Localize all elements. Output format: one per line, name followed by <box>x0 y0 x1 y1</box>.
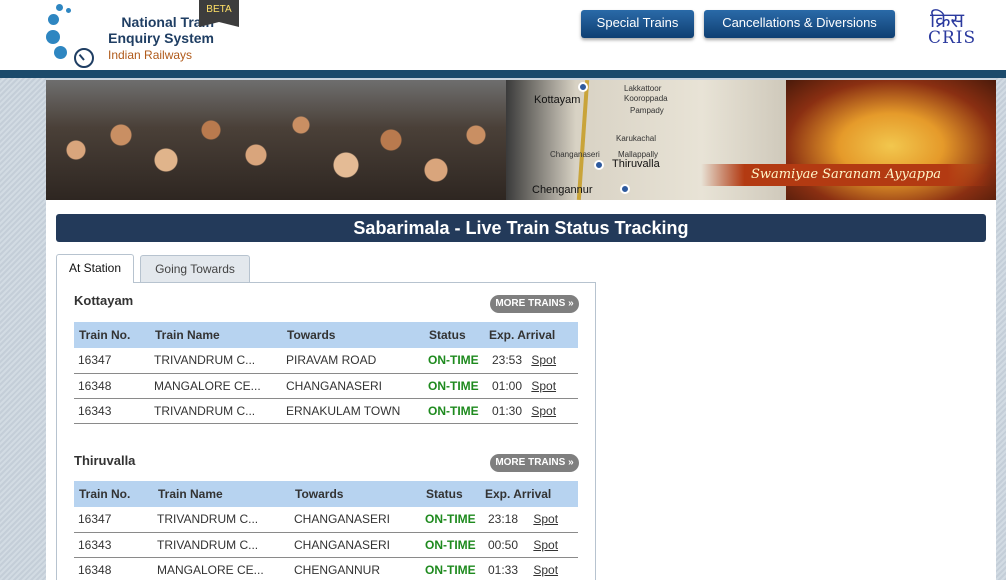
train-towards: CHANGANASERI <box>290 532 421 558</box>
expected-arrival: 01:30 <box>492 403 523 418</box>
train-name: TRIVANDRUM C... <box>150 398 282 424</box>
map-label: Lakkattoor <box>624 84 662 93</box>
expected-arrival: 00:50 <box>488 537 519 552</box>
right-background-stripe <box>996 78 1006 580</box>
more-trains-button[interactable]: MORE TRAINS » <box>490 295 579 313</box>
tab-at-station[interactable]: At Station <box>56 254 134 283</box>
table-row: 16348 MANGALORE CE... CHANGANASERI ON-TI… <box>74 373 578 399</box>
table-row: 16347 TRIVANDRUM C... PIRAVAM ROAD ON-TI… <box>74 348 578 374</box>
table-row: 16343 TRIVANDRUM C... ERNAKULAM TOWN ON-… <box>74 398 578 424</box>
banner-ribbon: Swamiyae Saranam Ayyappa <box>701 164 991 186</box>
map-label: Kooroppada <box>624 94 668 103</box>
site-header: National Train Enquiry System Indian Rai… <box>0 0 1006 72</box>
logo-subtitle: Indian Railways <box>108 48 193 62</box>
main-content: Sabarimala - Live Train Status Tracking … <box>46 200 996 580</box>
map-label: Karukachal <box>616 134 657 143</box>
table-row: 16347 TRIVANDRUM C... CHANGANASERI ON-TI… <box>74 507 578 533</box>
column-header: Status <box>424 322 484 348</box>
train-name: TRIVANDRUM C... <box>153 532 290 558</box>
expected-arrival: 01:00 <box>492 378 523 393</box>
special-trains-button[interactable]: Special Trains <box>581 10 694 38</box>
train-number: 16343 <box>74 532 153 558</box>
expected-arrival-cell: 01:00 Spot <box>484 373 578 399</box>
station-title: Kottayam <box>74 293 134 308</box>
map-label: Pampady <box>630 106 664 115</box>
map-pin-icon <box>594 160 604 170</box>
train-status: ON-TIME <box>421 507 480 533</box>
expected-arrival-cell: 23:53 Spot <box>484 348 578 374</box>
train-towards: CHANGANASERI <box>282 373 424 399</box>
train-number: 16343 <box>74 398 150 424</box>
column-header: Towards <box>282 322 424 348</box>
expected-arrival-cell: 00:50 Spot <box>480 532 578 558</box>
train-number: 16347 <box>74 348 150 374</box>
page-title: Sabarimala - Live Train Status Tracking <box>56 214 986 242</box>
train-towards: PIRAVAM ROAD <box>282 348 424 374</box>
expected-arrival: 01:33 <box>488 562 519 577</box>
spot-link[interactable]: Spot <box>531 379 556 393</box>
spot-link[interactable]: Spot <box>531 353 556 367</box>
train-name: TRIVANDRUM C... <box>153 507 290 533</box>
train-name: MANGALORE CE... <box>150 373 282 399</box>
train-number: 16348 <box>74 373 150 399</box>
table-row: 16343 TRIVANDRUM C... CHANGANASERI ON-TI… <box>74 532 578 558</box>
cris-logo[interactable]: क्रिस CRIS <box>926 6 982 48</box>
column-header: Status <box>421 481 480 507</box>
train-towards: CHANGANASERI <box>290 507 421 533</box>
pilgrim-crowd-image <box>46 80 506 200</box>
map-label: Thiruvalla <box>612 158 660 170</box>
expected-arrival-cell: 23:18 Spot <box>480 507 578 533</box>
train-towards: CHENGANNUR <box>290 557 421 580</box>
train-status: ON-TIME <box>424 348 484 374</box>
station-train-table: Train No. Train Name Towards Status Exp.… <box>74 481 578 580</box>
column-header: Train No. <box>74 481 153 507</box>
logo-title: National Train Enquiry System <box>108 14 214 46</box>
table-header-row: Train No. Train Name Towards Status Exp.… <box>74 481 578 507</box>
spot-link[interactable]: Spot <box>533 512 558 526</box>
spot-link[interactable]: Spot <box>533 563 558 577</box>
column-header: Towards <box>290 481 421 507</box>
cancellations-diversions-button[interactable]: Cancellations & Diversions <box>704 10 895 38</box>
cris-text: CRIS <box>928 28 977 48</box>
map-pin-icon <box>620 184 630 194</box>
beta-badge: BETA <box>199 0 239 27</box>
spot-link[interactable]: Spot <box>533 538 558 552</box>
column-header: Exp. Arrival <box>480 481 578 507</box>
sabarimala-banner: Kottayam Lakkattoor Kooroppada Pampady K… <box>46 80 996 200</box>
more-trains-button[interactable]: MORE TRAINS » <box>490 454 579 472</box>
table-header-row: Train No. Train Name Towards Status Exp.… <box>74 322 578 348</box>
train-name: MANGALORE CE... <box>153 557 290 580</box>
train-status: ON-TIME <box>424 398 484 424</box>
map-label: Kottayam <box>534 94 581 106</box>
expected-arrival: 23:18 <box>488 512 519 527</box>
map-label: Chengannur <box>532 184 593 196</box>
tab-going-towards[interactable]: Going Towards <box>140 255 250 282</box>
left-background-stripe <box>0 78 46 580</box>
ntes-logo[interactable]: National Train Enquiry System Indian Rai… <box>46 2 214 68</box>
train-number: 16348 <box>74 557 153 580</box>
station-title: Thiruvalla <box>74 453 136 468</box>
train-status: ON-TIME <box>421 557 480 580</box>
clock-icon <box>74 48 94 68</box>
expected-arrival-cell: 01:33 Spot <box>480 557 578 580</box>
map-label: Changanaseri <box>550 150 600 159</box>
table-row: 16348 MANGALORE CE... CHENGANNUR ON-TIME… <box>74 557 578 580</box>
column-header: Exp. Arrival <box>484 322 578 348</box>
column-header: Train Name <box>153 481 290 507</box>
header-divider <box>0 70 1006 78</box>
tab-panel: Kottayam MORE TRAINS » Train No. Train N… <box>56 282 596 580</box>
train-name: TRIVANDRUM C... <box>150 348 282 374</box>
expected-arrival: 23:53 <box>492 353 523 368</box>
map-pin-icon <box>578 82 588 92</box>
train-status: ON-TIME <box>424 373 484 399</box>
station-train-table: Train No. Train Name Towards Status Exp.… <box>74 322 578 424</box>
column-header: Train Name <box>150 322 282 348</box>
train-number: 16347 <box>74 507 153 533</box>
train-towards: ERNAKULAM TOWN <box>282 398 424 424</box>
column-header: Train No. <box>74 322 150 348</box>
expected-arrival-cell: 01:30 Spot <box>484 398 578 424</box>
train-status: ON-TIME <box>421 532 480 558</box>
spot-link[interactable]: Spot <box>531 404 556 418</box>
